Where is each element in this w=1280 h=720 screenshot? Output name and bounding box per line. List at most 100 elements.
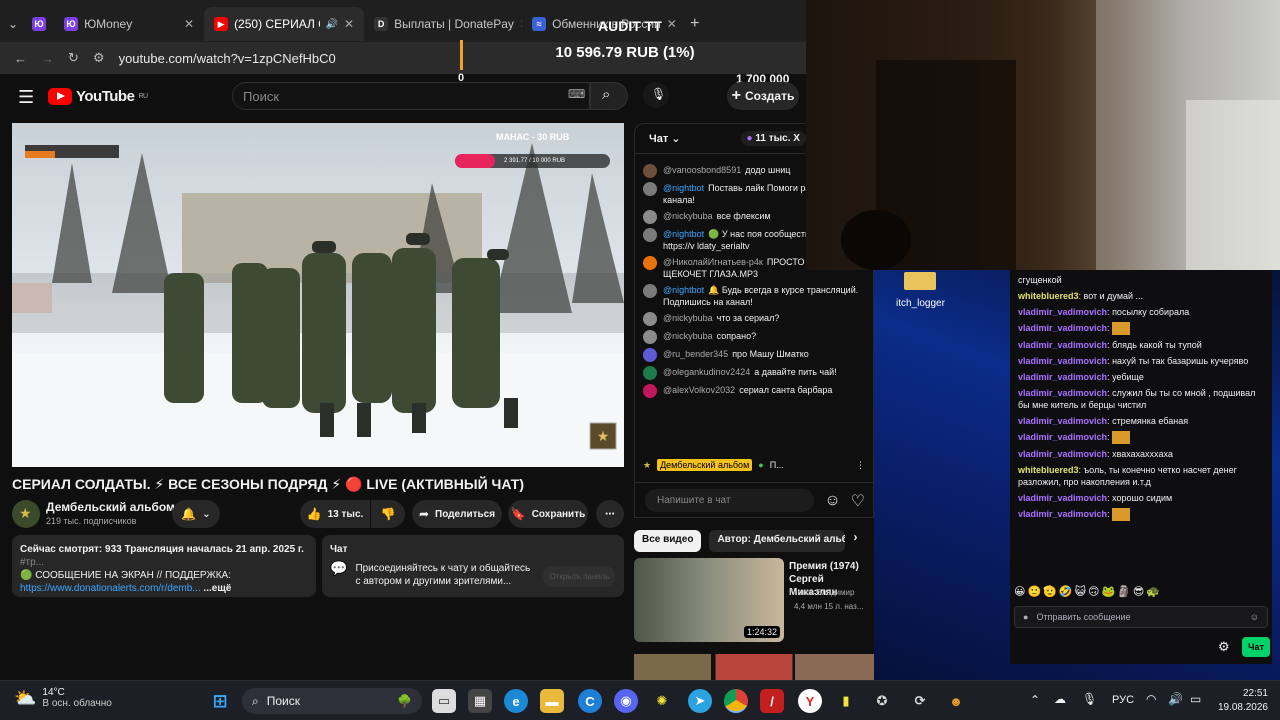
chat-author[interactable]: @nickybuba (663, 331, 713, 341)
recommended-thumbnails[interactable] (634, 654, 874, 680)
chat-avatar[interactable] (643, 384, 657, 398)
twitch-username[interactable]: vladimir_vadimovich (1018, 449, 1107, 459)
chat-message[interactable]: @ru_bender345 про Машу Шматко (635, 346, 873, 364)
chat-avatar[interactable] (643, 330, 657, 344)
chevron-right-icon[interactable]: › (853, 530, 857, 552)
battery-icon[interactable]: ▭ (1190, 692, 1201, 706)
heart-icon[interactable]: ♡ (851, 491, 865, 511)
create-button[interactable]: + Создать (727, 82, 799, 110)
menu-icon[interactable]: ☰ (18, 87, 34, 108)
chrome-icon[interactable] (724, 689, 748, 713)
voice-search-button[interactable]: 🎙 (643, 82, 669, 108)
yandex-icon[interactable]: Y (798, 689, 822, 713)
chat-author[interactable]: @olegankudinov2424 (663, 367, 750, 377)
emoji-icon[interactable]: ☺ (1250, 612, 1259, 622)
chat-author[interactable]: @vanoosbond8591 (663, 165, 741, 175)
tab-youtube[interactable]: ▶ (250) СЕРИАЛ СОЛД 🔊 ✕ (204, 7, 365, 41)
app-icon[interactable]: / (760, 689, 784, 713)
site-info-icon[interactable]: ⚙ (93, 50, 105, 66)
discord-icon[interactable]: ◉ (614, 689, 638, 713)
app-icon[interactable]: ✺ (650, 689, 674, 713)
twitch-username[interactable]: vladimir_vadimovich (1018, 323, 1107, 333)
more-actions-button[interactable]: ⋯ (596, 500, 624, 528)
forward-icon[interactable]: → (41, 51, 54, 66)
chat-author[interactable]: @nickybuba (663, 313, 713, 323)
twitch-username[interactable]: vladimir_vadimovich (1018, 509, 1107, 519)
twitch-username[interactable]: vladimir_vadimovich (1018, 340, 1107, 350)
twitch-username[interactable]: vladimir_vadimovich (1018, 356, 1107, 366)
taskbar-search[interactable]: ⌕ Поиск 🌳 (242, 688, 422, 714)
chat-avatar[interactable] (643, 228, 657, 242)
app-icon[interactable]: ⟳ (908, 689, 932, 713)
chat-message[interactable]: @nickybuba сопрано? (635, 328, 873, 346)
twitch-input[interactable]: ● Отправить сообщение ☺ (1014, 606, 1268, 628)
app-icon[interactable]: ☻ (944, 689, 968, 713)
save-button[interactable]: 🔖 Сохранить (508, 500, 588, 528)
twitch-username[interactable]: vladimir_vadimovich (1018, 388, 1107, 398)
tab-all-videos[interactable]: Все видео (634, 530, 702, 552)
close-tab-icon[interactable]: ✕ (667, 17, 677, 31)
chat-avatar[interactable] (643, 164, 657, 178)
channel-name[interactable]: Дембельский альбом (46, 500, 175, 514)
close-tab-icon[interactable]: ✕ (344, 17, 354, 31)
settings-icon[interactable]: ⚙ (1218, 639, 1230, 655)
more-icon[interactable]: ⋮ (856, 460, 865, 471)
app-icon[interactable]: ▦ (468, 689, 492, 713)
task-view-icon[interactable]: ▭ (432, 689, 456, 713)
twitch-username[interactable]: whitebluered3 (1018, 465, 1079, 475)
clock[interactable]: 22:51 19.08.2026 (1212, 687, 1268, 715)
tray-microphone-icon[interactable]: 🎙 (1082, 692, 1097, 706)
wifi-icon[interactable]: ◠ (1146, 692, 1156, 706)
tab-yumoney[interactable]: Ю ЮMoney ✕ (54, 7, 204, 41)
language-indicator[interactable]: РУС (1112, 694, 1134, 706)
chat-author[interactable]: @НиколайИгнатьев-р4к (663, 257, 763, 267)
chat-message[interactable]: @nickybuba что за сериал? (635, 310, 873, 328)
twitch-username[interactable]: vladimir_vadimovich (1018, 416, 1107, 426)
tab-donatepay[interactable]: D Выплаты | DonatePay ✕ (364, 7, 522, 41)
pinned-banner[interactable]: ★ Дембельский альбом ● П... ⋮ (643, 454, 865, 476)
emote-icon[interactable]: 😀🙂🫡🤣😺🙃🐸🗿😎🐢 (1014, 586, 1162, 598)
start-button[interactable]: ⊞ (208, 689, 232, 713)
chat-author[interactable]: @ru_bender345 (663, 349, 728, 359)
app-icon[interactable]: ▮ (834, 689, 858, 713)
chat-author[interactable]: @nightbot (663, 229, 704, 239)
chat-input[interactable]: Напишите в чат (645, 489, 815, 512)
chat-avatar[interactable] (643, 182, 657, 196)
speaker-icon[interactable]: 🔊 (326, 19, 338, 30)
twitch-username[interactable]: vladimir_vadimovich (1018, 432, 1107, 442)
chat-author[interactable]: @nightbot (663, 285, 704, 295)
video-description[interactable]: Сейчас смотрят: 933 Трансляция началась … (12, 535, 316, 597)
like-button[interactable]: 👍 13 тыс. (300, 500, 370, 528)
twitch-send-button[interactable]: Чат (1242, 637, 1270, 657)
emoji-icon[interactable]: ☺ (824, 492, 840, 510)
search-button[interactable]: ⌕ (590, 82, 628, 110)
new-tab-button[interactable]: + (682, 7, 707, 41)
twitch-username[interactable]: vladimir_vadimovich (1018, 372, 1107, 382)
video-player[interactable]: ★ МАНАС - 30 RUB 2 391.77 / 10 000 RUB (12, 123, 624, 467)
open-panel-button[interactable]: Открыть панель (543, 566, 616, 587)
tab-author[interactable]: Автор: Дембельский альбом (709, 530, 846, 552)
chat-author[interactable]: @nightbot (663, 183, 704, 193)
chat-author[interactable]: @nickybuba (663, 211, 713, 221)
desc-tag[interactable]: #тр... (20, 557, 44, 568)
tab-pinned-yumoney[interactable]: Ю (26, 7, 54, 41)
tray-chevron-icon[interactable]: ⌃ (1030, 693, 1040, 707)
folder-label[interactable]: itch_logger (896, 298, 945, 309)
close-tab-icon[interactable]: ✕ (184, 17, 194, 31)
app-icon[interactable]: ✪ (870, 689, 894, 713)
folder-icon[interactable] (904, 272, 936, 290)
recommended-video[interactable]: 1:24:32 Премия (1974) Сергей Микаэлян Гл… (634, 558, 874, 644)
chat-avatar[interactable] (643, 256, 657, 270)
chat-mode-dropdown[interactable]: Чат ⌄ (649, 132, 681, 145)
telegram-icon[interactable]: ➤ (688, 689, 712, 713)
url-text[interactable]: youtube.com/watch?v=1zpCNefHbC0 (119, 51, 336, 66)
channel-avatar[interactable]: ★ (12, 500, 40, 528)
search-input[interactable]: Поиск (232, 82, 590, 110)
share-button[interactable]: ➦ Поделиться (412, 500, 502, 528)
browser-app-icon[interactable]: C (578, 689, 602, 713)
tab-list-button[interactable]: ⌄ (0, 7, 26, 41)
chat-author[interactable]: @alexVolkov2032 (663, 385, 735, 395)
reload-icon[interactable]: ↻ (68, 50, 79, 66)
chat-avatar[interactable] (643, 348, 657, 362)
volume-icon[interactable]: 🔊 (1168, 692, 1183, 706)
